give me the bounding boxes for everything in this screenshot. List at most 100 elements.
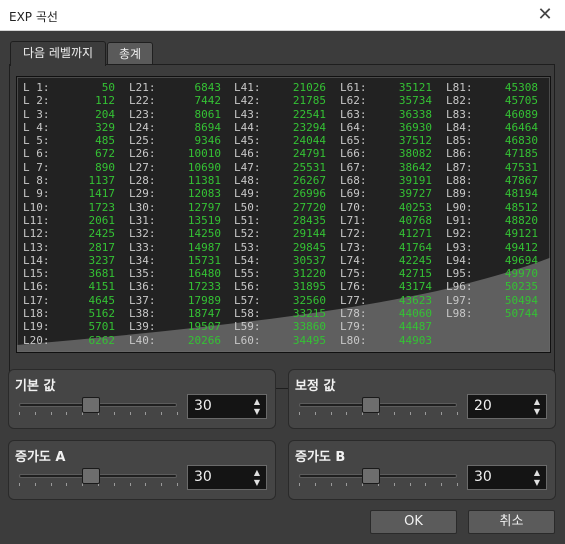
exp-value: 33215 — [292, 307, 326, 321]
level-row: L22: 7442 — [129, 94, 221, 107]
exp-value: 7442 — [194, 94, 222, 108]
accel-b-spinbox[interactable]: 30 ▲ ▼ — [467, 465, 547, 490]
exp-value: 16480 — [187, 267, 221, 281]
level-label: L71: — [340, 213, 367, 227]
slider-tick — [19, 483, 20, 486]
level-row: L57: 32560 — [234, 294, 326, 307]
slider-handle[interactable] — [362, 397, 380, 413]
level-row: L42: 21785 — [234, 94, 326, 107]
level-row: L31: 13519 — [129, 214, 221, 227]
exp-value: 43623 — [398, 293, 432, 307]
base-value-slider[interactable] — [17, 397, 179, 415]
level-row: L77: 43623 — [340, 294, 432, 307]
accel-a-number[interactable]: 30 — [194, 469, 212, 485]
correction-value-spinbox[interactable]: 20 ▲ ▼ — [467, 394, 547, 419]
accel-b-number[interactable]: 30 — [474, 469, 492, 485]
level-label: L16: — [23, 280, 50, 294]
spin-up-icon[interactable]: ▲ — [252, 397, 262, 407]
level-label: L91: — [446, 213, 473, 227]
level-label: L97: — [446, 293, 473, 307]
slider-handle[interactable] — [362, 468, 380, 484]
level-label: L14: — [23, 253, 50, 267]
exp-value: 17233 — [187, 280, 221, 294]
tab-to-next-level[interactable]: 다음 레벨까지 — [10, 41, 106, 66]
level-row: L76: 43174 — [340, 280, 432, 293]
cancel-button[interactable]: 취소 — [468, 510, 555, 534]
exp-value: 6262 — [88, 333, 116, 347]
exp-value: 5701 — [88, 320, 116, 334]
level-label: L62: — [340, 94, 367, 108]
exp-value: 42715 — [398, 267, 432, 281]
level-label: L26: — [129, 147, 156, 161]
tab-total[interactable]: 총계 — [107, 42, 153, 65]
level-label: L30: — [129, 200, 156, 214]
level-row: L85: 46830 — [446, 134, 538, 147]
accel-a-spinbox[interactable]: 30 ▲ ▼ — [187, 465, 267, 490]
correction-value-number[interactable]: 20 — [474, 398, 492, 414]
spin-up-icon[interactable]: ▲ — [532, 468, 542, 478]
exp-value: 31220 — [292, 267, 326, 281]
close-icon[interactable]: ✕ — [531, 2, 559, 28]
level-label: L58: — [234, 307, 261, 321]
level-row: L 1: 50 — [23, 81, 115, 94]
level-label: L53: — [234, 240, 261, 254]
exp-value: 46464 — [504, 120, 538, 134]
exp-value: 26996 — [292, 187, 326, 201]
exp-value: 890 — [95, 160, 115, 174]
level-label: L23: — [129, 107, 156, 121]
spin-down-icon[interactable]: ▼ — [532, 407, 542, 417]
base-value-spinbox[interactable]: 30 ▲ ▼ — [187, 394, 267, 419]
accel-b-group: 증가도 B 30 ▲ ▼ — [288, 440, 556, 500]
level-label: L 1: — [23, 81, 50, 94]
level-label: L92: — [446, 227, 473, 241]
slider-tick — [66, 412, 68, 415]
level-row: L19: 5701 — [23, 320, 115, 333]
level-row: L80: 44903 — [340, 334, 432, 347]
accel-b-slider[interactable] — [297, 468, 459, 486]
slider-handle[interactable] — [82, 468, 100, 484]
exp-value: 1417 — [88, 187, 116, 201]
level-label: L18: — [23, 307, 50, 321]
level-row: L70: 40253 — [340, 201, 432, 214]
base-value-label: 기본 값 — [15, 379, 56, 394]
level-label: L29: — [129, 187, 156, 201]
level-label: L83: — [446, 107, 473, 121]
level-row: L84: 46464 — [446, 121, 538, 134]
level-label: L 6: — [23, 147, 50, 161]
level-row: L82: 45705 — [446, 94, 538, 107]
exp-value: 672 — [95, 147, 115, 161]
level-row: L74: 42245 — [340, 254, 432, 267]
spin-down-icon[interactable]: ▼ — [532, 478, 542, 488]
accel-a-slider[interactable] — [17, 468, 179, 486]
spin-down-icon[interactable]: ▼ — [252, 478, 262, 488]
spin-up-icon[interactable]: ▲ — [532, 397, 542, 407]
level-row: L47: 25531 — [234, 161, 326, 174]
correction-value-slider[interactable] — [297, 397, 459, 415]
spin-up-icon[interactable]: ▲ — [252, 468, 262, 478]
level-row: L35: 16480 — [129, 267, 221, 280]
base-value-number[interactable]: 30 — [194, 398, 212, 414]
exp-value: 29845 — [292, 240, 326, 254]
exp-value: 5162 — [88, 307, 116, 321]
level-label: L41: — [234, 81, 261, 94]
exp-value: 47531 — [504, 160, 538, 174]
spin-down-icon[interactable]: ▼ — [252, 407, 262, 417]
exp-value: 35121 — [398, 81, 432, 94]
level-label: L93: — [446, 240, 473, 254]
slider-handle[interactable] — [82, 397, 100, 413]
exp-value: 35734 — [398, 94, 432, 108]
level-label: L90: — [446, 200, 473, 214]
exp-value: 10690 — [187, 160, 221, 174]
level-label: L68: — [340, 174, 367, 188]
level-row: L45: 24044 — [234, 134, 326, 147]
ok-button[interactable]: OK — [370, 510, 457, 534]
exp-value: 29144 — [292, 227, 326, 241]
exp-value: 10010 — [187, 147, 221, 161]
exp-value: 12083 — [187, 187, 221, 201]
level-label: L43: — [234, 107, 261, 121]
level-row: L92: 49121 — [446, 227, 538, 240]
exp-value: 2061 — [88, 213, 116, 227]
level-row: L89: 48194 — [446, 187, 538, 200]
slider-tick — [161, 483, 163, 486]
slider-tick — [161, 412, 163, 415]
